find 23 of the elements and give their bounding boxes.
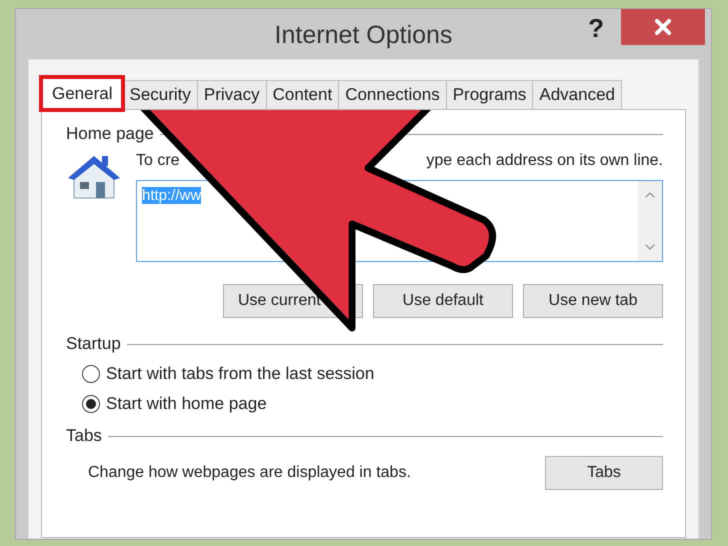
radio-label: Start with home page <box>106 394 267 414</box>
radio-button[interactable] <box>82 365 100 383</box>
group-heading: Startup <box>66 334 121 354</box>
group-heading: Home page <box>66 124 154 144</box>
window-title: Internet Options <box>274 21 452 50</box>
radio-button[interactable] <box>82 395 100 413</box>
close-button[interactable] <box>621 9 705 45</box>
radio-label: Start with tabs from the last session <box>106 364 374 384</box>
tab[interactable]: Content <box>266 80 340 110</box>
instruction-text: ype each address on its own line. <box>426 152 663 170</box>
tab[interactable]: Privacy <box>196 80 267 110</box>
tab[interactable]: Programs <box>446 80 534 110</box>
option-button[interactable]: Use default <box>373 284 513 318</box>
tabs-description: Change how webpages are displayed in tabs. <box>88 464 411 482</box>
tab[interactable]: General <box>41 77 124 110</box>
option-button[interactable]: Use new tab <box>523 284 663 318</box>
tab[interactable]: Connections <box>338 80 447 110</box>
help-button[interactable]: ? <box>588 13 604 44</box>
tab[interactable]: Security <box>122 80 198 110</box>
instruction-text: To cre <box>136 152 180 170</box>
tabs-button[interactable]: Tabs <box>545 456 663 490</box>
tab[interactable]: Advanced <box>532 80 622 110</box>
group-heading: Tabs <box>66 426 102 446</box>
